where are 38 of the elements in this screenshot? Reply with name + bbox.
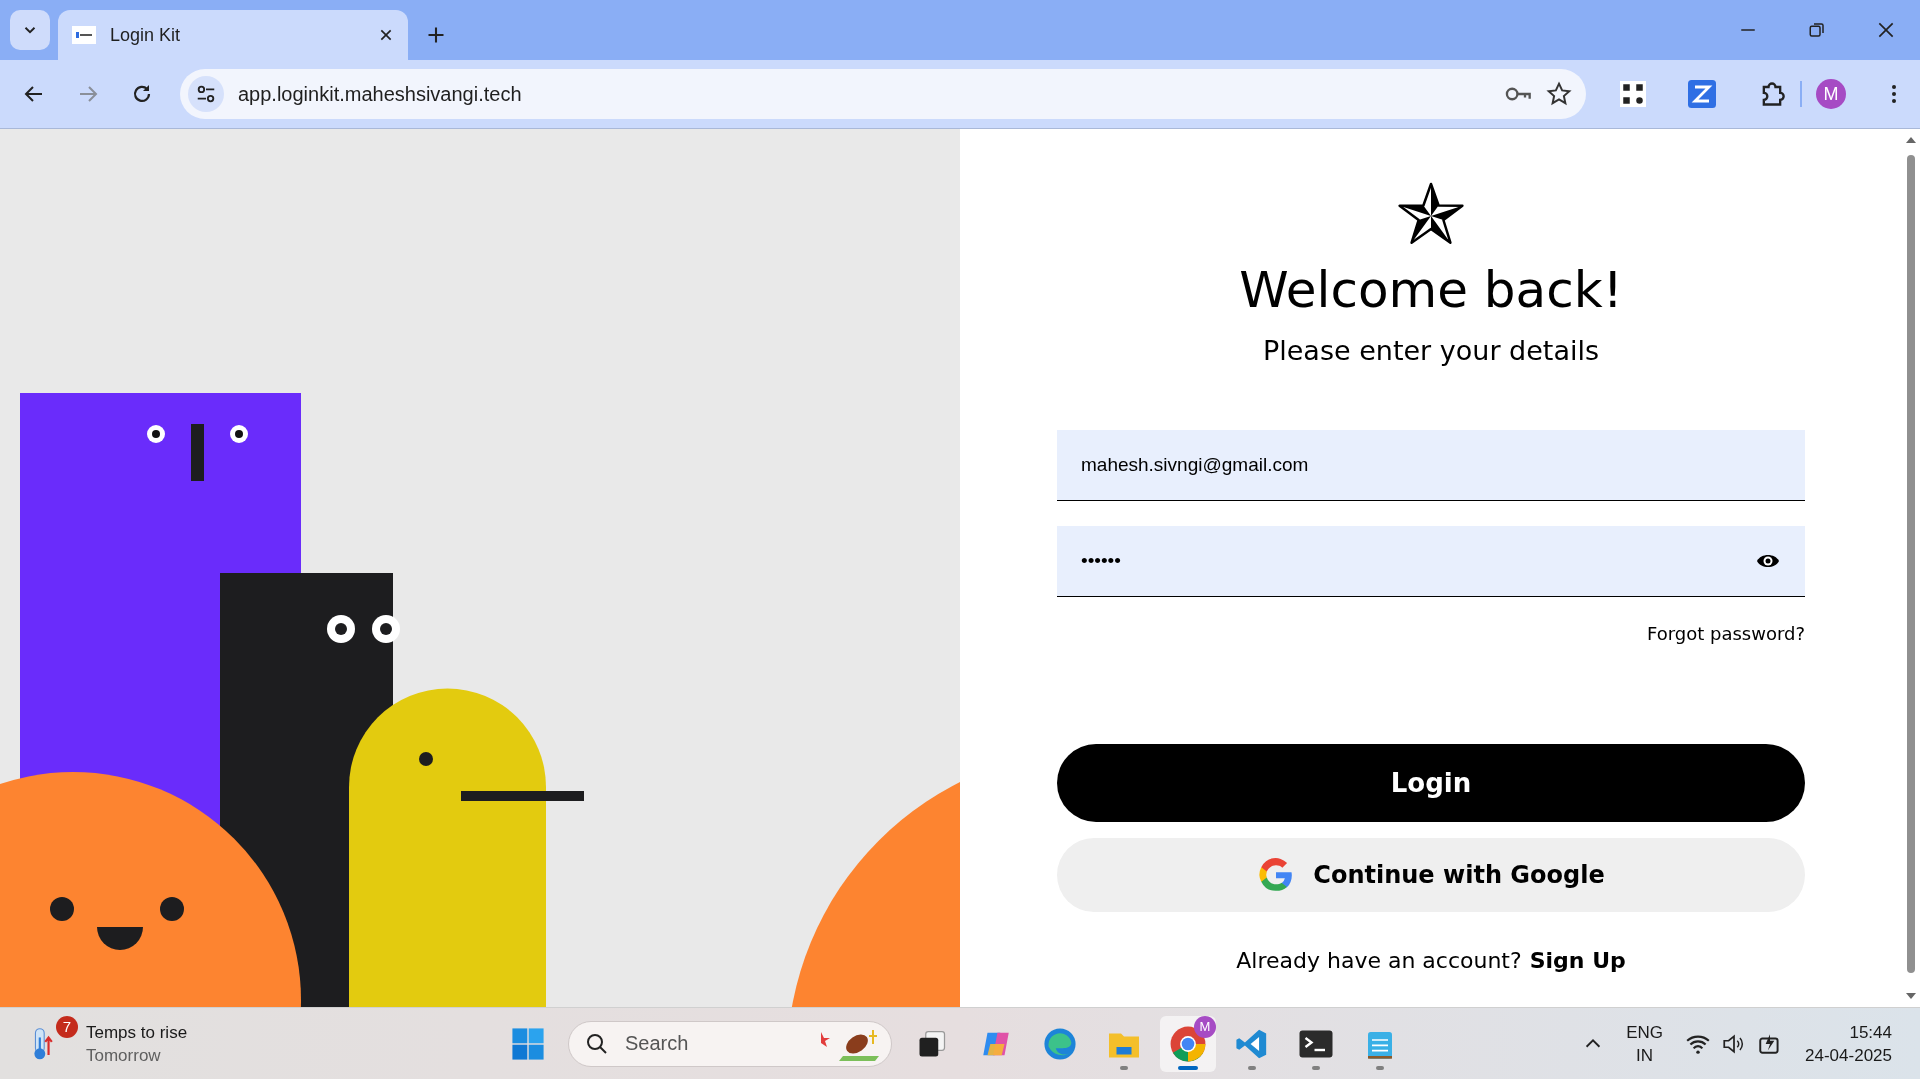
windows-icon[interactable] xyxy=(511,1026,545,1061)
plus-icon[interactable] xyxy=(426,25,446,45)
subheading: Please enter your details xyxy=(1262,335,1600,366)
browser-tab[interactable]: Login Kit xyxy=(58,10,408,60)
google-sign-in-button[interactable]: Continue with Google xyxy=(1057,838,1805,912)
favicon-icon xyxy=(72,26,96,44)
weather-widget[interactable]: 7 Temps to rise Tomorrow xyxy=(30,1015,360,1072)
email-input[interactable]: mahesh.sivngi@gmail.com xyxy=(1081,454,1783,476)
notification-badge: 7 xyxy=(56,1015,78,1038)
login-button[interactable]: Login xyxy=(1057,744,1805,822)
password-input[interactable]: •••••• xyxy=(1081,550,1753,572)
url-text[interactable]: app.loginkit.maheshsivangi.tech xyxy=(238,82,1490,106)
forgot-password-link[interactable]: Forgot password? xyxy=(1646,623,1805,644)
welcome-heading: Welcome back! xyxy=(1239,261,1623,319)
restore-icon[interactable] xyxy=(1807,21,1826,39)
weather-subtitle: Tomorrow xyxy=(86,1044,162,1067)
windows-stack-icon[interactable] xyxy=(917,1028,947,1059)
edge-icon[interactable] xyxy=(1043,1026,1077,1061)
star-outline-icon[interactable] xyxy=(1546,81,1572,107)
star-logo-icon[interactable] xyxy=(1396,181,1466,247)
profile-avatar[interactable]: M xyxy=(1816,79,1846,109)
qr-code-icon[interactable] xyxy=(1620,81,1646,107)
email-field[interactable]: mahesh.sivngi@gmail.com xyxy=(1057,430,1805,501)
sign-up-link[interactable]: Sign Up xyxy=(1529,948,1626,973)
search-input[interactable]: Search xyxy=(623,1031,803,1056)
taskbar-app[interactable]: M xyxy=(1160,1015,1216,1072)
password-field[interactable]: •••••• xyxy=(1057,526,1805,597)
language-indicator[interactable]: ENG IN xyxy=(1626,1021,1664,1067)
site-settings-icon[interactable] xyxy=(188,76,224,112)
clock[interactable]: 15:44 24-04-2025 xyxy=(1805,1021,1892,1067)
taskbar-search-field[interactable]: Search xyxy=(568,1020,892,1067)
close-icon[interactable] xyxy=(378,27,394,43)
search-icon[interactable] xyxy=(585,1031,609,1056)
profile-badge: M xyxy=(1194,1015,1216,1038)
signup-prompt: Already have an account? xyxy=(1236,948,1522,973)
z-logo-icon[interactable] xyxy=(1688,80,1716,108)
address-bar[interactable]: app.loginkit.maheshsivangi.tech xyxy=(180,69,1586,119)
weather-title: Temps to rise xyxy=(86,1021,188,1044)
